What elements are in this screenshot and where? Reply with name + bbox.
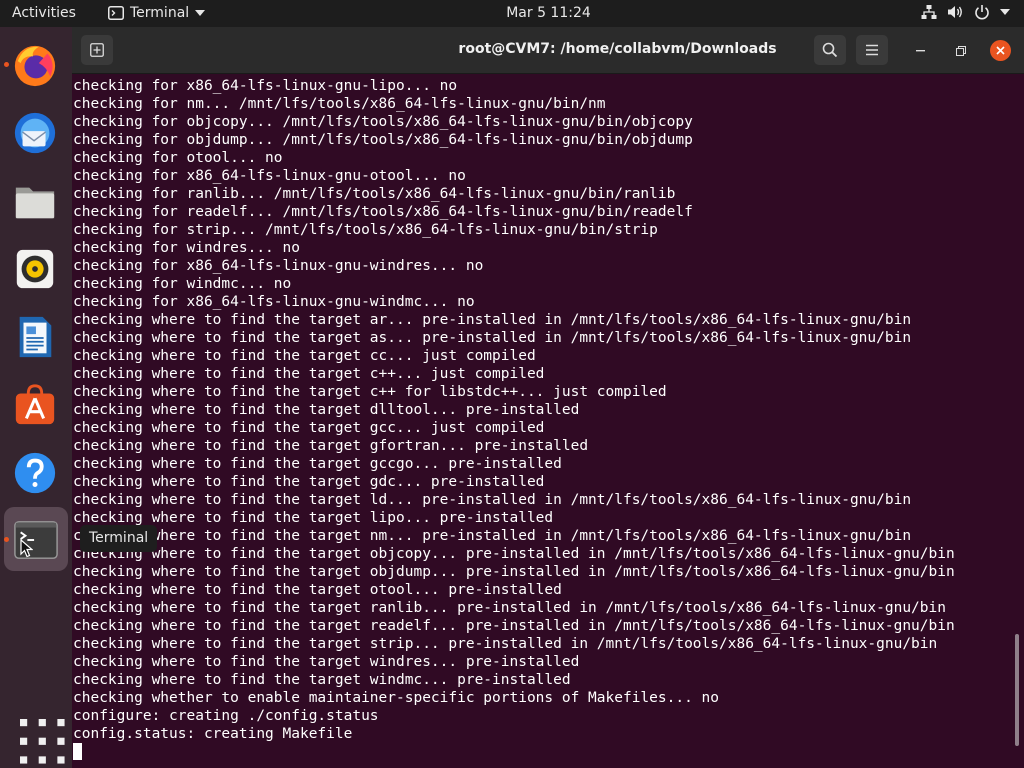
dock-item-rhythmbox[interactable] — [6, 240, 66, 300]
document-icon — [19, 316, 52, 358]
terminal-line: checking where to find the target gcc...… — [73, 420, 545, 436]
running-indicator — [4, 62, 9, 67]
help-icon — [14, 452, 56, 494]
hamburger-menu-icon — [866, 44, 878, 56]
terminal-line: checking for x86_64-lfs-linux-gnu-lipo..… — [73, 78, 458, 94]
firefox-icon — [14, 45, 56, 87]
terminal-line: checking where to find the target c++...… — [73, 366, 545, 382]
terminal-line: checking for windres... no — [73, 240, 300, 256]
top-bar: Activities Terminal Mar 5 11:24 — [0, 0, 1024, 27]
terminal-line: checking where to find the target dlltoo… — [73, 402, 580, 418]
terminal-line: checking where to find the target windre… — [73, 654, 580, 670]
terminal-line: checking for otool... no — [73, 150, 283, 166]
terminal-line: checking for x86_64-lfs-linux-gnu-otool.… — [73, 168, 466, 184]
terminal-output[interactable]: checking for x86_64-lfs-linux-gnu-lipo..… — [73, 77, 1013, 767]
running-indicator — [4, 537, 9, 542]
dock-tooltip: Terminal — [80, 525, 158, 552]
terminal-line: checking where to find the target nm... … — [73, 528, 912, 544]
terminal-cursor — [73, 743, 82, 760]
restore-icon — [956, 46, 966, 56]
menu-button[interactable] — [856, 35, 888, 65]
volume-icon — [948, 6, 962, 18]
search-icon — [822, 42, 838, 58]
terminal-line: checking where to find the target strip.… — [73, 636, 938, 652]
minimize-button[interactable] — [910, 40, 931, 61]
dock-item-terminal[interactable] — [4, 507, 68, 571]
terminal-line: checking for nm... /mnt/lfs/tools/x86_64… — [73, 96, 606, 112]
terminal-line: checking for windmc... no — [73, 276, 292, 292]
terminal-line: checking where to find the target readel… — [73, 618, 955, 634]
folder-icon — [15, 187, 55, 219]
terminal-line: checking where to find the target lipo..… — [73, 510, 554, 526]
thunderbird-icon — [14, 112, 56, 154]
dock-item-thunderbird[interactable] — [6, 104, 66, 164]
software-store-icon — [15, 384, 55, 425]
dock-item-help[interactable] — [6, 444, 66, 504]
terminal-line: checking where to find the target c++ fo… — [73, 384, 667, 400]
terminal-line: checking for readelf... /mnt/lfs/tools/x… — [73, 204, 693, 220]
terminal-line: checking where to find the target ar... … — [73, 312, 912, 328]
terminal-line: checking for objcopy... /mnt/lfs/tools/x… — [73, 114, 693, 130]
speaker-icon — [16, 249, 54, 289]
close-button[interactable] — [990, 40, 1011, 61]
terminal-line: checking where to find the target gfortr… — [73, 438, 589, 454]
network-icon — [921, 5, 937, 19]
terminal-line: checking for objdump... /mnt/lfs/tools/x… — [73, 132, 693, 148]
scrollbar[interactable] — [1015, 634, 1019, 746]
window-titlebar[interactable]: root@CVM7: /home/collabvm/Downloads — [72, 27, 1024, 74]
clock[interactable]: Mar 5 11:24 — [0, 5, 1024, 21]
minimize-icon — [916, 50, 925, 52]
dock-item-writer[interactable] — [6, 308, 66, 368]
terminal-line: checking where to find the target gccgo.… — [73, 456, 562, 472]
terminal-line: checking where to find the target ranlib… — [73, 600, 946, 616]
power-icon — [975, 5, 989, 20]
maximize-button[interactable] — [950, 40, 971, 61]
mouse-pointer-icon — [20, 539, 33, 558]
terminal-line: checking where to find the target windmc… — [73, 672, 571, 688]
terminal-line: checking for x86_64-lfs-linux-gnu-windre… — [73, 258, 484, 274]
terminal-line: checking for strip... /mnt/lfs/tools/x86… — [73, 222, 658, 238]
terminal-line: checking for x86_64-lfs-linux-gnu-windmc… — [73, 294, 475, 310]
terminal-line: checking where to find the target objdum… — [73, 564, 955, 580]
terminal-window[interactable]: root@CVM7: /home/collabvm/Downloads chec… — [72, 27, 1024, 768]
search-button[interactable] — [814, 35, 846, 65]
terminal-line: configure: creating ./config.status — [73, 708, 379, 724]
close-icon — [996, 46, 1005, 55]
dock-item-ubuntu-software[interactable] — [6, 376, 66, 436]
dock-item-files[interactable] — [6, 172, 66, 232]
terminal-line: checking where to find the target gdc...… — [73, 474, 545, 490]
terminal-line: checking where to find the target as... … — [73, 330, 912, 346]
chevron-down-icon — [1000, 9, 1010, 15]
app-grid-icon — [20, 719, 65, 764]
terminal-line: config.status: creating Makefile — [73, 726, 353, 742]
show-applications-button[interactable] — [6, 709, 66, 768]
dock — [0, 27, 72, 768]
terminal-line: checking where to find the target ld... … — [73, 492, 912, 508]
system-tray[interactable] — [921, 4, 1010, 20]
dock-item-firefox[interactable] — [4, 36, 66, 96]
terminal-prompt-line — [73, 743, 1013, 761]
terminal-line: checking where to find the target cc... … — [73, 348, 536, 364]
terminal-line: checking where to find the target otool.… — [73, 582, 562, 598]
terminal-line: checking whether to enable maintainer-sp… — [73, 690, 720, 706]
terminal-line: checking for ranlib... /mnt/lfs/tools/x8… — [73, 186, 676, 202]
terminal-line: checking where to find the target objcop… — [73, 546, 955, 562]
